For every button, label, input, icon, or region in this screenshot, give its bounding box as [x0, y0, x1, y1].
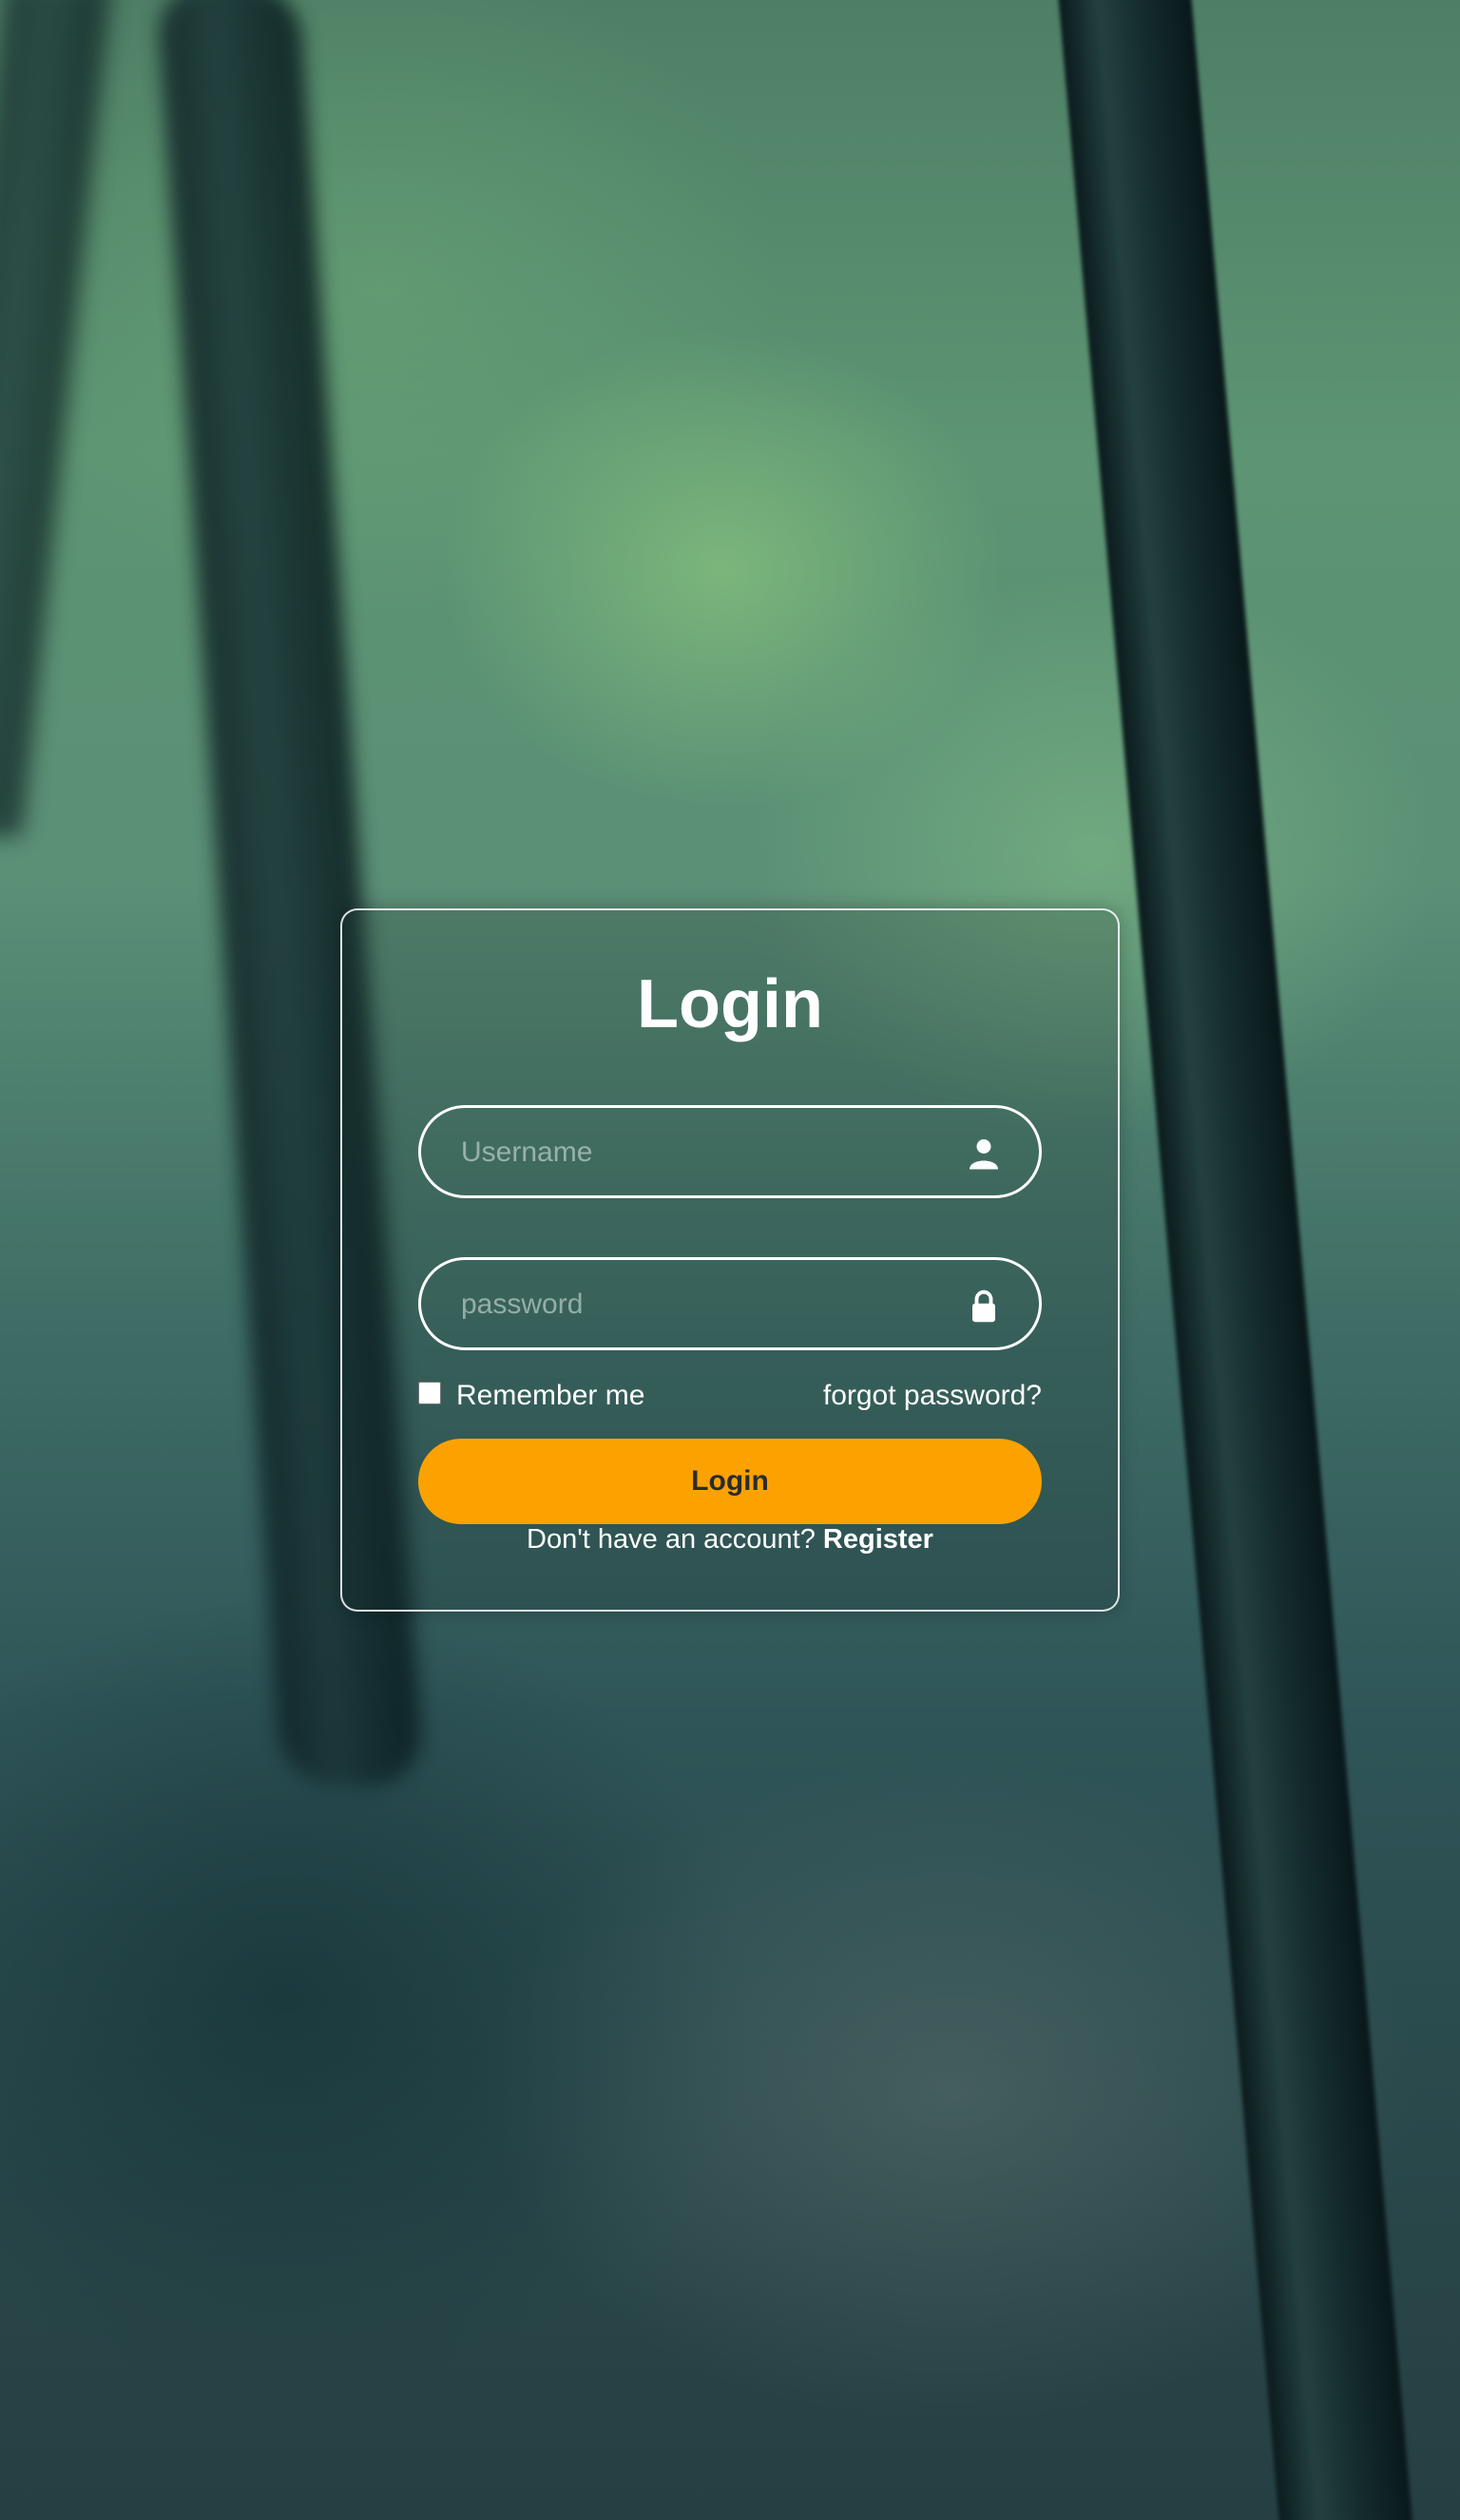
remember-row: Remember me forgot password? — [418, 1378, 1042, 1416]
forgot-password-link[interactable]: forgot password? — [823, 1380, 1042, 1412]
remember-me-checkbox[interactable] — [418, 1382, 441, 1404]
user-icon — [970, 1139, 998, 1170]
username-input[interactable] — [459, 1108, 957, 1197]
login-title: Login — [637, 966, 823, 1042]
username-field[interactable] — [418, 1105, 1042, 1198]
login-button[interactable]: Login — [418, 1439, 1042, 1524]
register-link[interactable]: Register — [823, 1524, 933, 1555]
background-tree-trunk — [0, 0, 112, 836]
login-card: Login Remember me forgot password? Login… — [340, 908, 1120, 1612]
remember-me-label[interactable]: Remember me — [456, 1380, 644, 1412]
password-input[interactable] — [459, 1260, 957, 1349]
lock-icon — [972, 1289, 995, 1323]
password-field[interactable] — [418, 1257, 1042, 1350]
register-row: Don't have an account? Register — [342, 1524, 1118, 1556]
register-prompt: Don't have an account? — [527, 1524, 823, 1555]
